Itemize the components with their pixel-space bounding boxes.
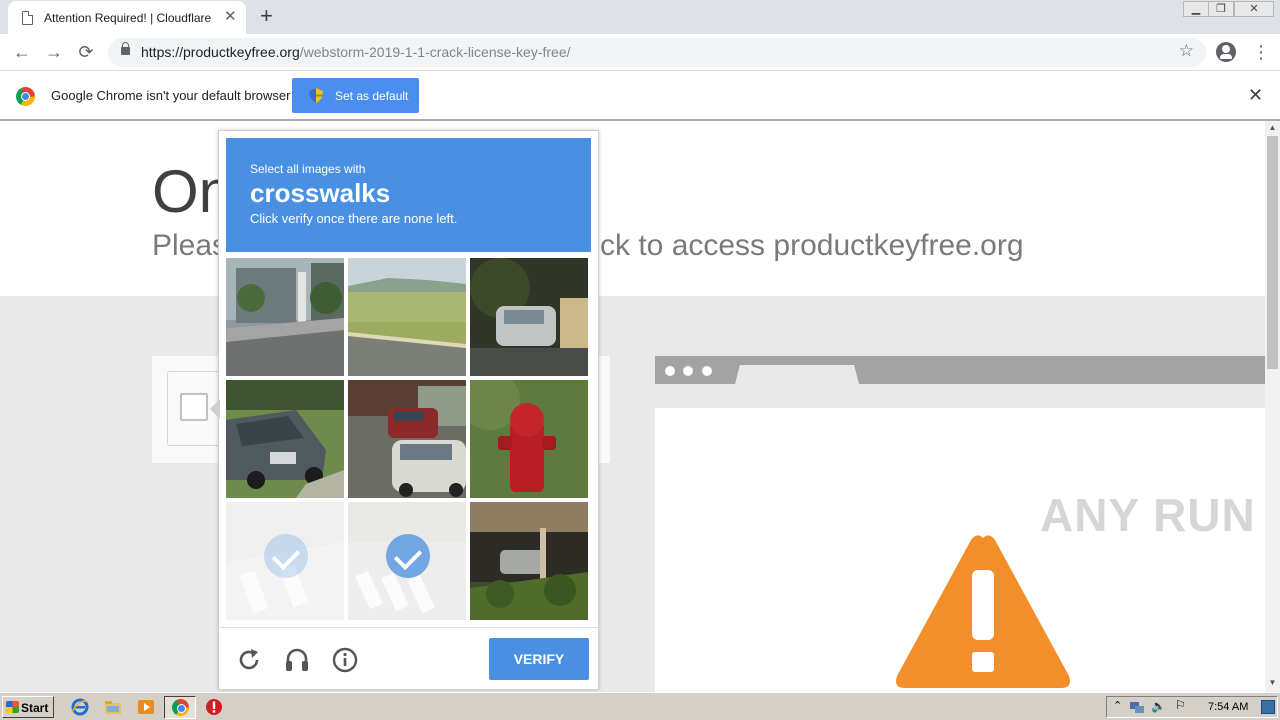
tab-close-icon[interactable]: ✕ (224, 8, 237, 26)
challenge-tile-3[interactable] (470, 258, 588, 376)
selected-check-icon (264, 534, 308, 578)
challenge-tile-5[interactable] (348, 380, 466, 498)
bookmark-star-icon[interactable]: ☆ (1179, 41, 1194, 61)
window-close-button[interactable]: ✕ (1234, 1, 1274, 17)
challenge-target: crosswalks (250, 178, 391, 208)
challenge-instruction-top: Select all images with (250, 162, 366, 176)
challenge-tile-2[interactable] (348, 258, 466, 376)
challenge-tile-7-selected[interactable] (226, 502, 344, 620)
illustration-titlebar (655, 356, 1265, 384)
volume-icon[interactable]: 🔈 (1151, 699, 1166, 713)
restore-button[interactable]: ❐ (1208, 1, 1234, 17)
page-content: On Pleas ck to access productkeyfree.org (0, 121, 1265, 692)
browser-toolbar: ← → ⟳ https://productkeyfree.org/webstor… (0, 34, 1280, 71)
new-tab-button[interactable]: + (260, 4, 273, 28)
challenge-header: Select all images with crosswalks Click … (226, 138, 591, 252)
challenge-tile-8-selected[interactable] (348, 502, 466, 620)
taskbar-clock[interactable]: 7:54 AM (1208, 701, 1248, 713)
chrome-taskbar-icon (172, 699, 189, 716)
set-as-default-button[interactable]: Set as default (292, 78, 419, 113)
title-bar: Attention Required! | Cloudflare ✕ + ▁ ❐… (0, 0, 1280, 34)
default-browser-infobar: Google Chrome isn't your default browser… (0, 71, 1280, 121)
system-tray: ⌃ 🔈 ⚐ 7:54 AM (1106, 696, 1278, 718)
page-subline: Pleas ck to access productkeyfree.org (152, 229, 1024, 262)
minimize-button[interactable]: ▁ (1183, 1, 1209, 17)
audio-challenge-icon[interactable] (284, 647, 310, 673)
url-text[interactable]: https://productkeyfree.org/webstorm-2019… (141, 44, 571, 60)
media-player-icon[interactable] (137, 698, 155, 716)
scroll-thumb[interactable] (1267, 136, 1278, 369)
start-button[interactable]: Start (2, 696, 54, 718)
forward-icon[interactable]: → (42, 40, 66, 64)
action-center-flag-icon[interactable]: ⚐ (1175, 698, 1186, 712)
challenge-tile-4[interactable] (226, 380, 344, 498)
tab-title: Attention Required! | Cloudflare (44, 11, 212, 25)
recaptcha-challenge: Select all images with crosswalks Click … (210, 130, 599, 690)
infobar-close-icon[interactable]: ✕ (1248, 85, 1263, 106)
page-icon (22, 11, 33, 25)
lock-icon (121, 42, 130, 55)
reload-challenge-icon[interactable] (236, 647, 262, 673)
show-desktop-icon[interactable] (1261, 700, 1275, 714)
info-icon[interactable] (332, 647, 358, 673)
taskbar-chrome-button[interactable] (164, 696, 196, 719)
tray-expand-icon[interactable]: ⌃ (1113, 699, 1122, 712)
scroll-down-icon[interactable]: ▼ (1265, 678, 1280, 690)
recaptcha-checkbox[interactable] (180, 393, 208, 421)
page-scrollbar[interactable]: ▲ ▼ (1265, 121, 1280, 692)
tab-cloudflare[interactable]: Attention Required! | Cloudflare ✕ (8, 1, 246, 34)
back-icon[interactable]: ← (10, 40, 34, 64)
windows-flag-icon (6, 701, 19, 713)
challenge-tile-1[interactable] (226, 258, 344, 376)
selected-check-icon (386, 534, 430, 578)
challenge-tile-9[interactable] (470, 502, 588, 620)
chrome-menu-icon[interactable]: ⋮ (1252, 40, 1270, 64)
reload-icon[interactable]: ⟳ (74, 40, 98, 64)
challenge-footer: VERIFY (219, 627, 598, 689)
challenge-instruction-bottom: Click verify once there are none left. (250, 211, 458, 226)
anyrun-watermark: ANY RUN (1040, 489, 1256, 541)
uac-shield-icon (309, 88, 323, 103)
windows-taskbar: Start ⌃ 🔈 ⚐ 7:54 AM (0, 692, 1280, 720)
address-bar[interactable]: https://productkeyfree.org/webstorm-2019… (108, 38, 1206, 67)
infobar-message: Google Chrome isn't your default browser (51, 88, 291, 103)
chrome-logo-icon (16, 87, 35, 106)
profile-icon[interactable] (1216, 42, 1236, 62)
internet-explorer-icon[interactable] (71, 698, 89, 716)
warning-icon (896, 535, 1070, 688)
set-as-default-label: Set as default (335, 89, 409, 103)
folder-icon[interactable] (104, 698, 122, 716)
verify-button[interactable]: VERIFY (489, 638, 589, 680)
red-alert-icon[interactable] (205, 698, 223, 716)
challenge-tile-6[interactable] (470, 380, 588, 498)
network-icon[interactable] (1129, 700, 1145, 715)
scroll-up-icon[interactable]: ▲ (1265, 123, 1280, 135)
